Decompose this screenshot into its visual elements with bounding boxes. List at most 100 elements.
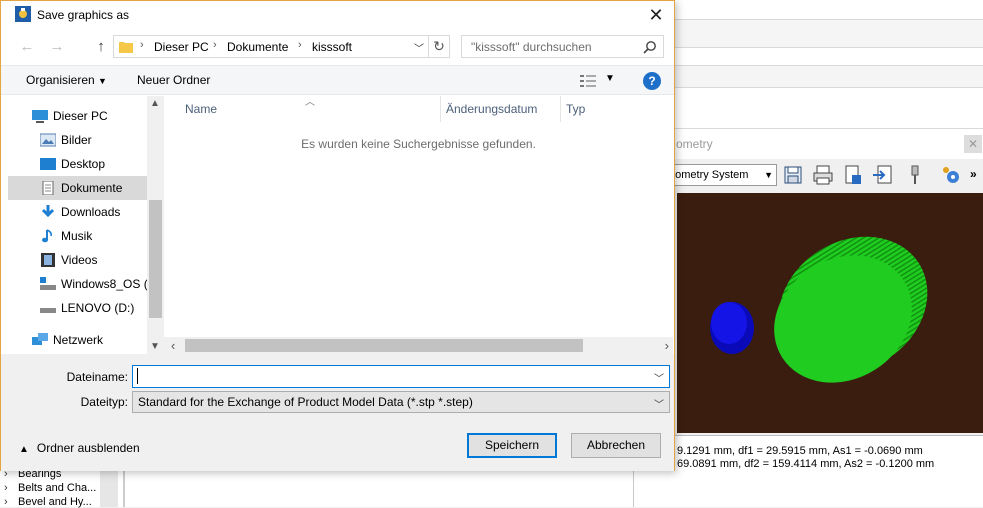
tree-item[interactable]: › Belts and Cha... [4,482,96,494]
nav-item-lenovo-drive[interactable]: LENOVO (D:) [8,296,147,320]
new-folder-button[interactable]: Neuer Ordner [137,73,210,87]
dialog-title: Save graphics as [37,8,130,22]
coordinate-system-select[interactable]: eometry System ▼ [664,164,777,186]
small-gear-face [711,302,747,344]
chevron-down-icon[interactable]: ▼ [605,73,615,84]
breadcrumb-separator-icon[interactable]: › [140,39,144,51]
bg-band [675,20,983,48]
forward-arrow-icon[interactable]: → [47,37,67,57]
save-button[interactable]: Speichern [467,433,557,458]
file-list-scrollbar[interactable]: ‹ › [164,337,673,354]
settings-gear-icon[interactable] [940,164,962,186]
expand-arrow-icon[interactable]: › [4,482,18,494]
output-line: 69.0891 mm, df2 = 159.4114 mm, As2 = -0.… [677,458,935,470]
3d-canvas[interactable] [677,193,983,433]
center-panel [124,470,634,507]
drive-icon [40,308,56,313]
nav-item-bilder[interactable]: Bilder [8,128,147,152]
search-icon[interactable] [643,40,657,54]
nav-item-netzwerk[interactable]: Netzwerk [8,328,147,352]
close-icon[interactable]: ✕ [644,4,668,26]
chevron-down-icon: ﹀ [654,400,664,411]
music-icon [42,229,52,243]
network-icon [32,333,48,345]
hide-folders-toggle[interactable]: ▲ Ordner ausblenden [19,441,140,455]
nav-item-videos[interactable]: Videos [8,248,147,272]
breadcrumb-item[interactable]: Dieser PC [154,40,209,54]
nav-item-downloads[interactable]: Downloads [8,200,147,224]
breadcrumb-separator-icon[interactable]: › [213,39,217,51]
chevron-down-icon: ▼ [98,76,107,86]
up-arrow-icon[interactable]: ↑ [91,37,111,57]
chevron-down-icon[interactable]: ﹀ [414,40,424,55]
command-bar: Organisieren ▼ Neuer Ordner ▼ ? [1,65,674,95]
print-icon[interactable] [812,164,834,186]
nav-item-dieser-pc[interactable]: Dieser PC [8,104,147,128]
column-divider[interactable] [560,96,561,122]
organize-button[interactable]: Organisieren ▼ [26,73,107,87]
more-chevron-icon[interactable]: » [970,167,977,181]
dialog-titlebar: Save graphics as ✕ [1,1,674,31]
bg-band [675,0,983,20]
column-divider[interactable] [440,96,441,122]
view-options-icon[interactable] [580,74,596,87]
desktop-icon [40,158,56,170]
graphics-viewer: ometry ✕ eometry System ▼ » 9.1291 mm, d… [633,129,983,507]
nav-item-desktop[interactable]: Desktop [8,152,147,176]
breadcrumb-separator-icon[interactable]: › [298,39,302,51]
filetype-select[interactable]: Standard for the Exchange of Product Mod… [132,391,670,413]
save-dialog: Save graphics as ✕ ← → ↑ › Dieser PC › D… [0,0,675,471]
viewer-titlebar: ometry ✕ [634,129,983,159]
scroll-right-icon[interactable]: › [665,338,669,353]
scroll-up-icon[interactable]: ▲ [150,98,160,109]
export-icon[interactable] [842,164,864,186]
bg-band [675,48,983,66]
tree-item[interactable]: › Bevel and Hy... [4,496,92,508]
output-panel: 9.1291 mm, df1 = 29.5915 mm, As1 = -0.06… [634,435,983,507]
output-line: 9.1291 mm, df1 = 29.5915 mm, As1 = -0.06… [677,445,923,457]
help-button[interactable]: ? [643,72,661,90]
filetype-label: Dateityp: [80,395,128,409]
cancel-button[interactable]: Abbrechen [571,433,661,458]
documents-icon [42,181,54,195]
refresh-icon[interactable]: ↻ [429,35,450,58]
viewer-close-icon[interactable]: ✕ [964,135,982,153]
nav-pane-scrollbar[interactable]: ▲ ▼ [147,96,164,354]
viewer-title: ometry [676,137,713,151]
probe-icon[interactable] [904,164,926,186]
gear-pair-render [710,236,928,383]
column-header-name[interactable]: Name [185,102,217,116]
pictures-icon [40,133,56,147]
filename-input[interactable] [132,365,670,388]
breadcrumb-item[interactable]: Dokumente [227,40,288,54]
chevron-down-icon: ▼ [764,170,773,180]
chevron-up-icon: ▲ [19,444,29,455]
app-icon [15,6,31,22]
expand-arrow-icon[interactable]: › [4,496,18,508]
back-arrow-icon[interactable]: ← [17,37,37,57]
scroll-left-icon[interactable]: ‹ [171,338,175,353]
text-caret [137,368,138,384]
folder-icon [119,42,133,53]
downloads-icon [41,205,55,218]
import-icon[interactable] [872,164,894,186]
scrollbar-thumb[interactable] [185,339,583,352]
nav-item-musik[interactable]: Musik [8,224,147,248]
search-input[interactable]: "kisssoft" durchsuchen [461,35,664,58]
videos-icon [41,253,55,267]
scroll-down-icon[interactable]: ▼ [150,341,160,352]
nav-item-dokumente[interactable]: Dokumente [8,176,147,200]
navigation-pane: Dieser PC Bilder Desktop Dokumente Downl… [8,96,148,354]
viewer-toolbar: eometry System ▼ » [634,159,983,191]
address-bar[interactable]: › Dieser PC › Dokumente › kisssoft ﹀ [113,35,429,58]
sort-caret-icon: ︿ [305,97,315,108]
bg-band [675,88,983,129]
nav-item-windows-drive[interactable]: Windows8_OS (C [8,272,147,296]
column-header-date[interactable]: Änderungsdatum [446,102,537,116]
empty-results-message: Es wurden keine Suchergebnisse gefunden. [301,137,536,151]
chevron-down-icon[interactable]: ﹀ [654,370,664,385]
breadcrumb-item[interactable]: kisssoft [312,40,352,54]
column-header-type[interactable]: Typ [566,102,585,116]
save-icon[interactable] [782,164,804,186]
scrollbar-thumb[interactable] [149,200,162,318]
